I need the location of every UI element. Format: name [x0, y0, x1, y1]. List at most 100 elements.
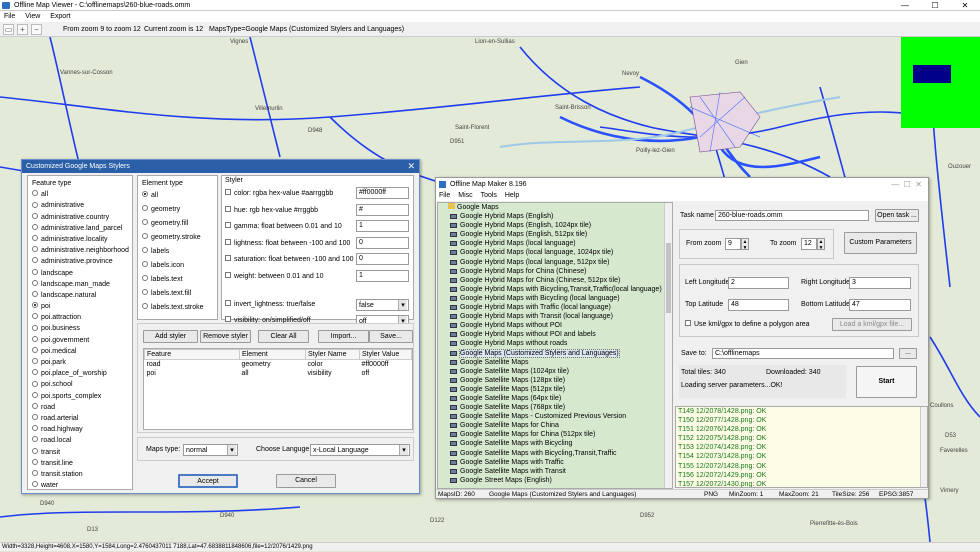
radio-button[interactable]	[32, 402, 38, 409]
tree-map-item[interactable]: Google Hybrid Maps (English, 512px tile)	[438, 230, 672, 239]
tree-map-item[interactable]: Google Hybrid Maps with Bicycling (local…	[438, 294, 672, 303]
radio-button[interactable]	[142, 219, 148, 226]
right-longitude-input[interactable]: 3	[849, 277, 911, 289]
col-feature[interactable]: Feature	[144, 349, 240, 360]
radio-button[interactable]	[32, 268, 38, 275]
feature-radio-item[interactable]: transit.line	[32, 458, 132, 469]
tree-map-item[interactable]: Google Satellite Maps	[438, 358, 672, 367]
feature-radio-item[interactable]: poi.business	[32, 323, 132, 334]
open-task-button[interactable]: Open task ...	[875, 209, 919, 222]
feature-radio-item[interactable]: transit.station	[32, 469, 132, 480]
tree-map-item[interactable]: Google Satellite Maps (1024px tile)	[438, 367, 672, 376]
to-zoom-stepper[interactable]: ▲ ▼	[817, 238, 825, 251]
download-log[interactable]: T149 12/2078/1428.png: OK T150 12/2077/14…	[675, 406, 928, 488]
element-radio-item[interactable]: geometry.fill	[142, 217, 217, 231]
radio-button[interactable]	[32, 279, 38, 286]
radio-button[interactable]	[32, 458, 38, 465]
feature-radio-item[interactable]: poi.medical	[32, 346, 132, 357]
radio-button[interactable]	[32, 380, 38, 387]
tree-map-item[interactable]: Google Satellite Maps for China	[438, 421, 672, 430]
add-styler-button[interactable]: Add styler	[143, 330, 198, 343]
tree-map-item[interactable]: Google Satellite Maps (512px tile)	[438, 385, 672, 394]
tree-map-item[interactable]: Google Hybrid Maps with Transit (local l…	[438, 312, 672, 321]
maps-type-select[interactable]: normal	[183, 444, 238, 456]
feature-radio-item[interactable]: landscape.man_made	[32, 279, 132, 290]
styler-checkbox[interactable]	[225, 222, 231, 229]
tree-map-item[interactable]: Google Hybrid Maps (English)	[438, 212, 672, 221]
feature-radio-item[interactable]: poi.government	[32, 335, 132, 346]
radio-button[interactable]	[142, 233, 148, 240]
radio-button[interactable]	[32, 212, 38, 219]
radio-button[interactable]	[142, 247, 148, 254]
tree-map-item[interactable]: Google Hybrid Maps (local language)	[438, 239, 672, 248]
feature-radio-item[interactable]: poi.park	[32, 357, 132, 368]
open-folder-icon[interactable]: ▭	[3, 24, 14, 35]
radio-button[interactable]	[32, 369, 38, 376]
menu-export[interactable]: Export	[46, 13, 74, 20]
tree-map-item[interactable]: Google Hybrid Maps without POI	[438, 321, 672, 330]
tree-map-item[interactable]: Google Satellite Maps - Customized Previ…	[438, 412, 672, 421]
minimize-button[interactable]: —	[890, 0, 920, 11]
tree-map-item[interactable]: Google Hybrid Maps for China (Chinese)	[438, 267, 672, 276]
invert-select[interactable]: false	[356, 299, 409, 311]
accept-button[interactable]: Accept	[178, 474, 238, 488]
bottom-latitude-input[interactable]: 47	[849, 299, 911, 311]
radio-button[interactable]	[142, 289, 148, 296]
styler-value-input[interactable]: #ff0000ff	[356, 187, 409, 199]
maps-tree[interactable]: Google Maps Google Hybrid Maps (English)…	[437, 202, 673, 489]
radio-button[interactable]	[32, 436, 38, 443]
tree-map-item[interactable]: Google Satellite Maps with Bicycling,Tra…	[438, 449, 672, 458]
radio-button[interactable]	[32, 235, 38, 242]
col-styler-value[interactable]: Styler Value	[359, 349, 412, 360]
element-radio-item[interactable]: labels.icon	[142, 259, 217, 273]
menu-help[interactable]: Help	[502, 192, 522, 199]
kml-checkbox[interactable]	[685, 320, 691, 327]
tree-map-item[interactable]: Google Satellite Maps with Transit	[438, 467, 672, 476]
radio-button[interactable]	[32, 223, 38, 230]
feature-radio-item[interactable]: administrative.locality	[32, 234, 132, 245]
tree-map-item[interactable]: Google Satellite Maps with Traffic	[438, 458, 672, 467]
styler-table[interactable]: Feature Element Styler Name Styler Value…	[143, 348, 413, 430]
table-row[interactable]: road geometry color #ff0000ff	[145, 360, 412, 370]
radio-button[interactable]	[142, 303, 148, 310]
menu-tools[interactable]: Tools	[478, 192, 500, 199]
styler-value-input[interactable]: 1	[356, 269, 409, 282]
to-zoom-input[interactable]: 12	[801, 238, 817, 250]
visibility-checkbox[interactable]	[225, 316, 231, 323]
radio-button[interactable]	[32, 447, 38, 454]
styler-value-input[interactable]: 0	[356, 253, 409, 265]
feature-radio-item[interactable]: poi.attraction	[32, 312, 132, 323]
menu-file[interactable]: File	[436, 192, 453, 199]
feature-radio-item[interactable]: landscape.natural	[32, 290, 132, 301]
radio-button[interactable]	[32, 358, 38, 365]
radio-button[interactable]	[32, 190, 38, 197]
radio-button[interactable]	[32, 346, 38, 353]
tree-map-item[interactable]: Google Hybrid Maps with Traffic (local l…	[438, 303, 672, 312]
import-button[interactable]: Import...	[318, 330, 369, 343]
feature-radio-item[interactable]: administrative	[32, 200, 132, 211]
load-kml-button[interactable]: Load a kml/gpx file...	[832, 318, 912, 331]
radio-button[interactable]	[32, 246, 38, 253]
scroll-thumb[interactable]	[666, 243, 671, 313]
radio-button[interactable]	[32, 257, 38, 264]
feature-radio-item[interactable]: poi	[32, 301, 132, 312]
task-name-input[interactable]: 260-blue-roads.omm	[715, 210, 869, 221]
styler-value-input[interactable]: #	[356, 203, 409, 216]
element-radio-item[interactable]: labels	[142, 245, 217, 259]
menu-misc[interactable]: Misc	[455, 192, 475, 199]
feature-radio-item[interactable]: road.arterial	[32, 413, 132, 424]
radio-button[interactable]	[142, 205, 148, 212]
custom-parameters-button[interactable]: Custom Parameters	[844, 232, 917, 254]
feature-radio-item[interactable]: water	[32, 480, 132, 491]
element-radio-item[interactable]: all	[142, 189, 217, 203]
styler-checkbox[interactable]	[225, 205, 231, 212]
feature-radio-item[interactable]: administrative.province	[32, 256, 132, 267]
feature-radio-item[interactable]: poi.place_of_worship	[32, 368, 132, 379]
feature-radio-item[interactable]: poi.school	[32, 379, 132, 390]
zoom-in-icon[interactable]: +	[17, 24, 28, 35]
log-scrollbar[interactable]	[920, 407, 927, 487]
invert-checkbox[interactable]	[225, 300, 231, 307]
styler-checkbox[interactable]	[225, 271, 231, 278]
tree-map-item[interactable]: Google Hybrid Maps without POI and label…	[438, 330, 672, 339]
feature-radio-item[interactable]: administrative.neighborhood	[32, 245, 132, 256]
